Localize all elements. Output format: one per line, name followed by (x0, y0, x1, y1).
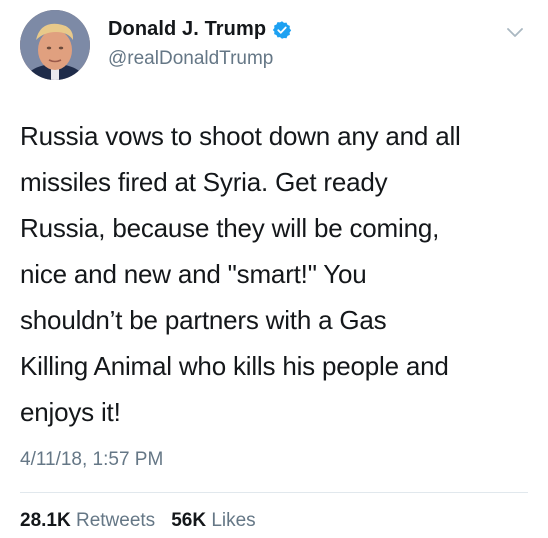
retweets-count: 28.1K (20, 510, 71, 531)
user-handle[interactable]: @realDonaldTrump (108, 48, 273, 70)
name-row: Donald J. Trump (108, 18, 292, 41)
tweet-card: Donald J. Trump @realDonaldTrump Russia … (0, 0, 548, 538)
engagement-stats: 28.1K Retweets 56K Likes (20, 510, 256, 532)
likes-count: 56K (171, 510, 207, 531)
retweets-stat[interactable]: 28.1K Retweets (20, 510, 155, 532)
verified-badge-icon (272, 20, 292, 40)
tweet-timestamp[interactable]: 4/11/18, 1:57 PM (20, 449, 163, 471)
display-name[interactable]: Donald J. Trump (108, 18, 266, 41)
retweets-label: Retweets (75, 510, 156, 531)
likes-label: Likes (211, 510, 256, 531)
profile-photo (20, 10, 90, 80)
divider (20, 492, 528, 493)
tweet-text: Russia vows to shoot down any and all mi… (20, 121, 461, 427)
avatar[interactable] (20, 10, 90, 80)
chevron-down-icon[interactable] (506, 26, 524, 38)
likes-stat[interactable]: 56K Likes (171, 510, 256, 532)
